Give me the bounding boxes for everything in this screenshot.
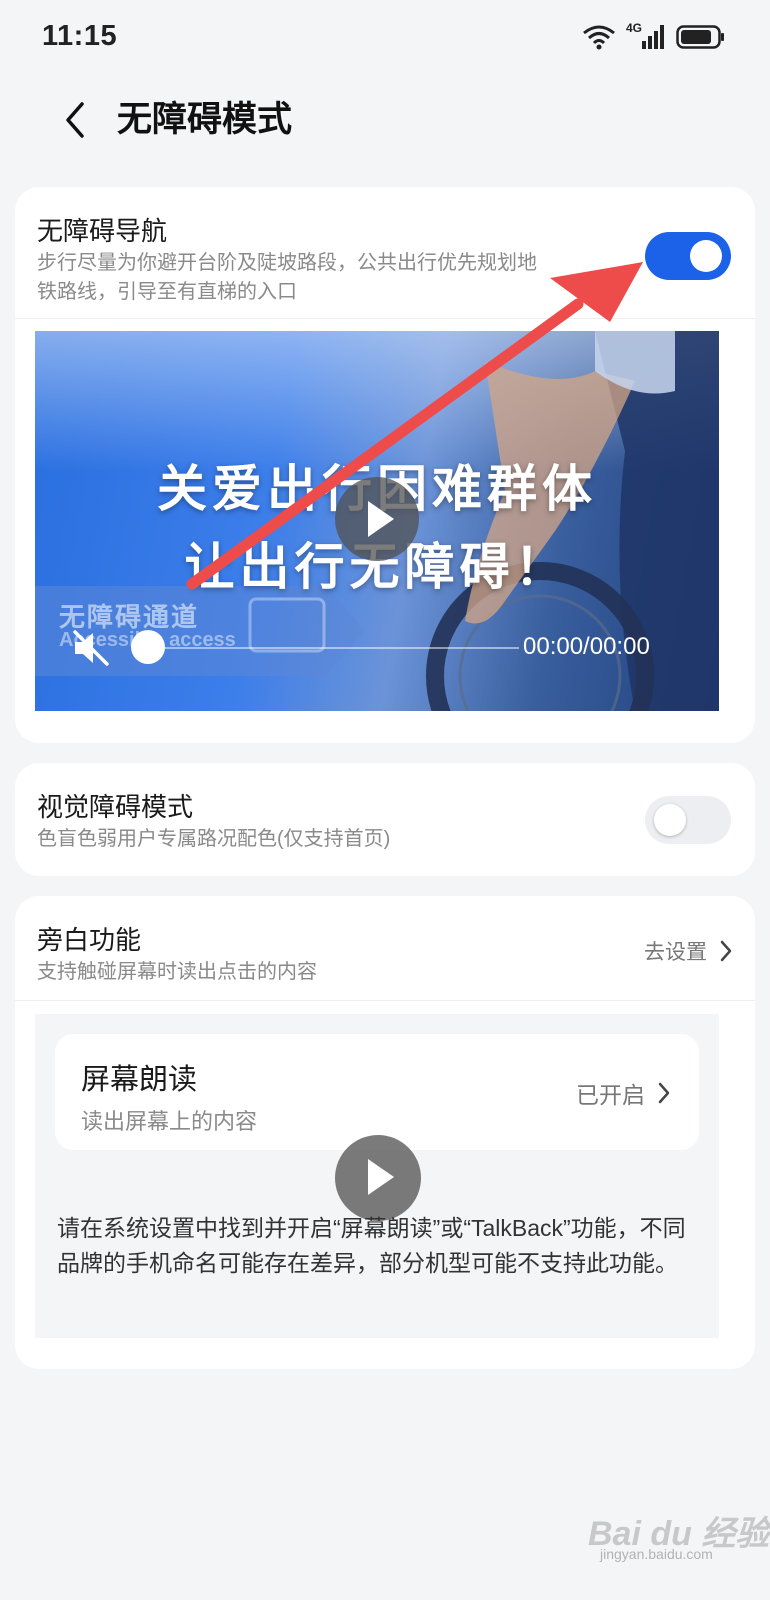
wifi-icon [583, 25, 615, 50]
go-settings-label: 去设置 [644, 941, 707, 964]
go-settings-link[interactable]: 去设置 [644, 936, 733, 966]
video-progress-track[interactable] [147, 647, 519, 649]
baidu-watermark-url: jingyan.baidu.com [600, 1546, 713, 1562]
screen-reader-item[interactable]: 屏幕朗读 读出屏幕上的内容 已开启 [55, 1034, 699, 1150]
screen-reader-status: 已开启 [576, 1076, 671, 1110]
status-time: 11:15 [42, 20, 118, 52]
video-play-button[interactable] [335, 477, 419, 561]
narration-note: 请在系统设置中找到并开启“屏幕朗读”或“TalkBack”功能，不同品牌的手机命… [57, 1215, 686, 1276]
screen-reader-title: 屏幕朗读 [81, 1064, 198, 1096]
visual-mode-title: 视觉障碍模式 [37, 792, 194, 822]
nav-setting-subtitle-line1: 步行尽量为你避开台阶及陡坡路段，公共出行优先规划地 [37, 252, 537, 274]
narration-subtitle: 支持触碰屏幕时读出点击的内容 [37, 961, 317, 983]
visual-mode-toggle[interactable] [645, 796, 731, 844]
chevron-right-icon [658, 1082, 670, 1104]
status-icons: 4G [582, 20, 726, 54]
screen-reader-subtitle: 读出屏幕上的内容 [81, 1109, 258, 1134]
battery-icon [676, 25, 724, 49]
back-arrow-icon [66, 102, 84, 138]
page-header: 无障碍模式 [0, 72, 770, 184]
accessible-navigation-toggle[interactable] [645, 232, 731, 280]
chevron-right-icon [720, 940, 732, 962]
screen-reader-status-label: 已开启 [576, 1082, 645, 1108]
visual-mode-subtitle: 色盲色弱用户专属路况配色(仅支持首页) [37, 828, 391, 850]
narration-guide-panel: 屏幕朗读 读出屏幕上的内容 已开启 请在系统设置中找到并开启“屏幕朗读”或“Ta… [35, 1014, 719, 1338]
divider [15, 318, 755, 319]
divider [15, 1000, 755, 1001]
visual-impairment-card: 视觉障碍模式 色盲色弱用户专属路况配色(仅支持首页) [15, 763, 755, 876]
nav-setting-subtitle-line2: 铁路线，引导至有直梯的入口 [37, 281, 297, 303]
status-bar: 11:15 4G [0, 0, 770, 72]
toggle-knob [690, 240, 722, 272]
guide-video-play-button[interactable] [335, 1135, 421, 1221]
mute-icon[interactable] [71, 628, 115, 668]
video-time: 00:00/00:00 [523, 633, 650, 660]
nav-setting-title: 无障碍导航 [37, 216, 168, 246]
accessible-navigation-card: 无障碍导航 步行尽量为你避开台阶及陡坡路段，公共出行优先规划地 铁路线，引导至有… [15, 187, 755, 743]
narration-title: 旁白功能 [37, 925, 142, 955]
cellular-signal-icon: 4G [626, 21, 666, 51]
video-player[interactable]: 关爱出行困难群体 让出行无障碍！ 无障碍通道 Accessible access… [35, 331, 719, 711]
narration-card: 旁白功能 支持触碰屏幕时读出点击的内容 去设置 屏幕朗读 读出屏幕上的内容 已开… [15, 896, 755, 1369]
toggle-knob [654, 804, 686, 836]
video-progress-thumb[interactable] [131, 630, 165, 664]
back-button[interactable] [50, 90, 100, 150]
page-title: 无障碍模式 [117, 100, 293, 139]
